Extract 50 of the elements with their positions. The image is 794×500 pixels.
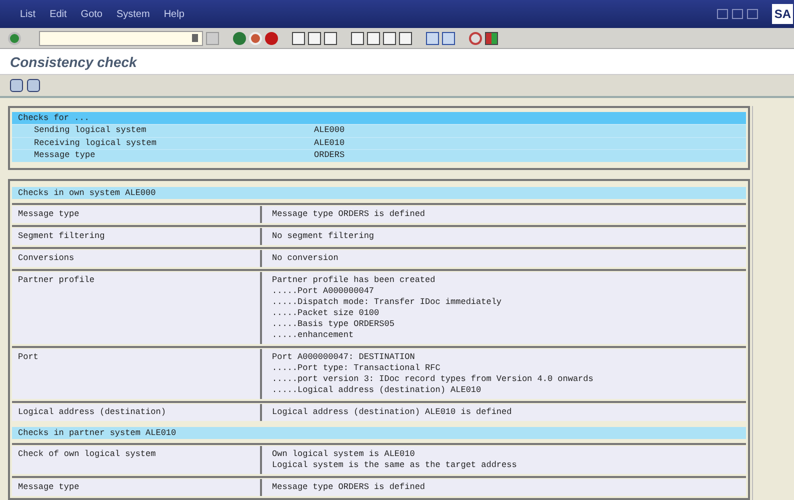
screen-title: Consistency check — [10, 54, 137, 70]
close-icon[interactable] — [747, 9, 758, 19]
check-name: Check of own logical system — [18, 448, 156, 460]
check-result: .....Dispatch mode: Transfer IDoc immediately — [272, 296, 503, 308]
check-name: Logical address (destination) — [18, 406, 166, 418]
check-result: Message type ORDERS is defined — [272, 208, 426, 220]
check-name: Message type — [18, 482, 80, 492]
check-result: Logical address (destination) ALE010 is defined — [272, 406, 513, 418]
check-name: Message type — [18, 208, 80, 220]
check-result: Message type ORDERS is defined — [272, 482, 426, 492]
help-icon[interactable] — [469, 32, 482, 44]
maximize-icon[interactable] — [732, 9, 744, 19]
check-result: Own logical system is ALE010 — [272, 448, 416, 460]
menu-item[interactable]: Goto — [80, 8, 102, 20]
check-result: .....Port type: Transactional RFC — [272, 362, 442, 374]
check-result: .....Packet size 0100 — [272, 308, 380, 318]
section-header: Checks in own system ALE000 — [18, 188, 156, 198]
check-result: .....Basis type ORDERS05 — [272, 318, 396, 330]
check-name: Conversions — [18, 252, 74, 264]
parameter-label: Message type — [33, 150, 96, 162]
check-icon[interactable] — [8, 32, 21, 44]
panel-header: Checks for ... — [12, 112, 746, 124]
check-result: Partner profile has been created — [272, 274, 436, 286]
command-field[interactable] — [39, 30, 203, 46]
back-icon[interactable] — [233, 32, 246, 44]
check-result: No segment filtering — [272, 230, 376, 242]
parameter-value: ORDERS — [314, 150, 345, 162]
parameter-value: ALE010 — [314, 138, 345, 149]
minimize-icon[interactable] — [717, 9, 728, 19]
check-result: .....enhancement — [272, 330, 355, 340]
section-header: Checks in partner system ALE010 — [18, 428, 176, 438]
check-result: .....port version 3: IDoc record types from Version 4.0 onwards — [272, 374, 594, 384]
menu-item[interactable]: System — [116, 8, 150, 20]
check-result: .....Logical address (destination) ALE010 — [272, 384, 482, 396]
menu-item[interactable]: List — [20, 8, 36, 20]
parameter-label: Sending logical system — [33, 125, 148, 136]
check-result: .....Port A000000047 — [272, 286, 376, 296]
exit-icon[interactable] — [249, 32, 262, 44]
check-name: Port — [18, 352, 38, 362]
logo: SA — [772, 4, 793, 24]
parameter-label: Receiving logical system — [33, 138, 158, 149]
cancel-icon[interactable] — [265, 32, 278, 44]
menu-item[interactable]: Edit — [50, 8, 67, 20]
check-result: Port A000000047: DESTINATION — [272, 352, 416, 362]
check-result: Logical system is the same as the target address — [272, 460, 518, 470]
menu-item[interactable]: Help — [164, 8, 184, 20]
check-result: No conversion — [272, 252, 340, 264]
check-name: Segment filtering — [18, 230, 105, 242]
check-name: Partner profile — [18, 274, 95, 286]
parameter-value: ALE000 — [314, 125, 345, 136]
